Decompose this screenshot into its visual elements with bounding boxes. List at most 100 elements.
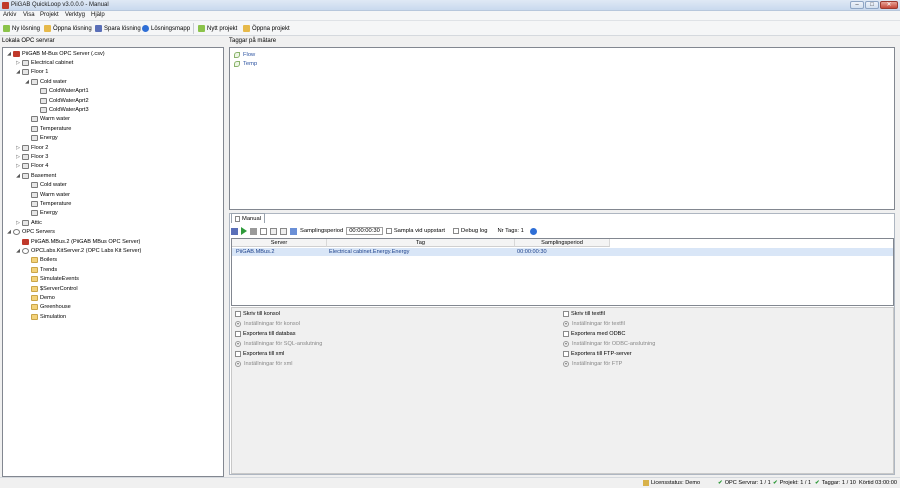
expander-arrow-icon[interactable]: ▷ xyxy=(15,145,21,151)
expander-arrow-icon[interactable]: ▷ xyxy=(15,154,21,160)
tree-item[interactable]: ◢ PiiGAB M-Bus OPC Server (.csv) xyxy=(6,49,105,58)
open-project-button[interactable]: Öppna projekt xyxy=(243,24,290,33)
chevron-down-icon[interactable]: ▾ xyxy=(235,361,241,367)
new-project-button[interactable]: Nytt projekt xyxy=(198,24,237,33)
menu-hjalp[interactable]: Hjälp xyxy=(91,12,105,18)
info-icon[interactable] xyxy=(529,227,537,235)
opc-servers-label: OPC Servrar: 1 / 1 xyxy=(724,480,771,486)
option-checkbox[interactable] xyxy=(235,311,241,317)
solution-folder-button[interactable]: Lösningsmapp xyxy=(142,24,190,33)
tree-item[interactable]: Boilers xyxy=(24,256,57,265)
expander-arrow-icon[interactable]: ◢ xyxy=(15,173,21,179)
maximize-button[interactable]: □ xyxy=(865,1,879,9)
minimize-button[interactable]: – xyxy=(850,1,864,9)
tree-item[interactable]: ColdWaterAprt3 xyxy=(33,105,89,114)
menu-visa[interactable]: Visa xyxy=(23,12,35,18)
tag-item[interactable]: Temp xyxy=(234,59,257,68)
tree-item[interactable]: Warm water xyxy=(24,190,70,199)
option-checkbox-row[interactable]: Exportera till FTP-server xyxy=(563,350,632,358)
tree-item[interactable]: ◢ Floor 1 xyxy=(15,68,48,77)
tree-item[interactable]: Temperature xyxy=(24,124,71,133)
tree-item[interactable]: ◢ OPCLabs.KitServer.2 (OPC Labs Kit Serve… xyxy=(15,246,141,255)
tree-item[interactable]: ▷ Floor 2 xyxy=(15,143,48,152)
option-checkbox-row[interactable]: Skriv till konsol xyxy=(235,310,280,318)
chevron-down-icon[interactable]: ▾ xyxy=(563,321,569,327)
tree-item[interactable]: Simulation xyxy=(24,312,66,321)
tag-label: Flow xyxy=(243,51,256,58)
menu-verktyg[interactable]: Verktyg xyxy=(65,12,85,18)
stop-icon[interactable] xyxy=(250,227,257,235)
tree-item[interactable]: ▷ Floor 3 xyxy=(15,152,48,161)
tree-item[interactable]: Warm water xyxy=(24,115,70,124)
option-checkbox[interactable] xyxy=(563,331,569,337)
column-header-server[interactable]: Server xyxy=(232,239,327,247)
debug-log-checkbox[interactable] xyxy=(453,228,460,234)
column-header-tag[interactable]: Tag xyxy=(327,239,515,247)
tree-item[interactable]: Demo xyxy=(24,293,55,302)
save-icon[interactable] xyxy=(231,227,238,235)
tag-item[interactable]: Flow xyxy=(234,50,255,59)
tree-item[interactable]: Temperature xyxy=(24,199,71,208)
menu-arkiv[interactable]: Arkiv xyxy=(3,12,16,18)
tab-manual[interactable]: Manual xyxy=(231,213,265,223)
settings-expander[interactable]: ▾ Inställningar för ODBC-anslutning xyxy=(563,340,655,348)
expander-arrow-icon[interactable]: ◢ xyxy=(15,69,21,75)
option-checkbox[interactable] xyxy=(235,331,241,337)
check-icon: ✔ xyxy=(718,480,723,486)
tree-item[interactable]: ColdWaterAprt2 xyxy=(33,96,89,105)
tree-item[interactable]: Trends xyxy=(24,265,57,274)
open-solution-button[interactable]: Öppna lösning xyxy=(44,24,92,33)
new-solution-button[interactable]: Ny lösning xyxy=(3,24,40,33)
tree-item[interactable]: ▷ Attic xyxy=(15,218,42,227)
option-checkbox-row[interactable]: Skriv till textfil xyxy=(563,310,605,318)
option-checkbox[interactable] xyxy=(563,351,569,357)
list-icon[interactable] xyxy=(270,227,277,235)
tree-item[interactable]: Cold water xyxy=(24,181,67,190)
column-header-period[interactable]: Samplingsperiod xyxy=(515,239,610,247)
tree-item[interactable]: ColdWaterAprt1 xyxy=(33,87,89,96)
chevron-down-icon[interactable]: ▾ xyxy=(563,361,569,367)
expander-arrow-icon[interactable]: ◢ xyxy=(15,248,21,254)
play-icon[interactable] xyxy=(241,227,247,235)
settings-expander[interactable]: ▾ Inställningar för konsol xyxy=(235,320,300,328)
option-checkbox-row[interactable]: Exportera till databas xyxy=(235,330,296,338)
expander-arrow-icon[interactable]: ▷ xyxy=(15,220,21,226)
tree-item[interactable]: ▷ Floor 4 xyxy=(15,162,48,171)
tree-item[interactable]: Greenhouse xyxy=(24,303,71,312)
chevron-down-icon[interactable]: ▾ xyxy=(563,341,569,347)
expander-arrow-icon[interactable]: ◢ xyxy=(6,51,12,57)
opc-server-tree[interactable]: ◢ PiiGAB M-Bus OPC Server (.csv) ▷ Electric… xyxy=(2,47,224,477)
tree-item[interactable]: ▷ Electrical cabinet xyxy=(15,58,73,67)
tree-item[interactable]: ◢ Cold water xyxy=(24,77,67,86)
tree-item[interactable]: $ServerControl xyxy=(24,284,78,293)
tree-item[interactable]: ◢ OPC Servers xyxy=(6,228,55,237)
expander-arrow-icon[interactable]: ▷ xyxy=(15,163,21,169)
settings-expander[interactable]: ▾ Inställningar för textfil xyxy=(563,320,625,328)
close-button[interactable]: ✕ xyxy=(880,1,898,9)
document-icon[interactable] xyxy=(260,227,267,235)
settings-icon[interactable] xyxy=(280,227,287,235)
tree-item[interactable]: SimulateEvents xyxy=(24,275,79,284)
option-checkbox[interactable] xyxy=(235,351,241,357)
expander-arrow-icon[interactable]: ◢ xyxy=(6,229,12,235)
settings-expander[interactable]: ▾ Inställningar för FTP xyxy=(563,360,622,368)
chevron-down-icon[interactable]: ▾ xyxy=(235,321,241,327)
option-checkbox-row[interactable]: Exportera till xml xyxy=(235,350,284,358)
sampling-period-input[interactable]: 00:00:00:30 xyxy=(346,227,383,235)
save-solution-button[interactable]: Spara lösning xyxy=(95,24,141,33)
chevron-down-icon[interactable]: ▾ xyxy=(235,341,241,347)
option-checkbox-row[interactable]: Exportera med ODBC xyxy=(563,330,625,338)
sample-on-start-checkbox[interactable] xyxy=(385,228,392,234)
tree-item[interactable]: Energy xyxy=(24,134,58,143)
tree-item-label: Cold water xyxy=(40,182,67,189)
tree-item[interactable]: Energy xyxy=(24,209,58,218)
tags-list[interactable]: Flow Temp xyxy=(229,47,895,210)
tree-item[interactable]: PiiGAB.MBus.2 (PiiGAB MBus OPC Server) xyxy=(15,237,140,246)
settings-expander[interactable]: ▾ Inställningar för xml xyxy=(235,360,293,368)
option-checkbox[interactable] xyxy=(563,311,569,317)
expander-arrow-icon[interactable]: ◢ xyxy=(24,79,30,85)
settings-expander[interactable]: ▾ Inställningar för SQL-anslutning xyxy=(235,340,322,348)
menu-projekt[interactable]: Projekt xyxy=(40,12,59,18)
tree-item[interactable]: ◢ Basement xyxy=(15,171,56,180)
expander-arrow-icon[interactable]: ▷ xyxy=(15,60,21,66)
